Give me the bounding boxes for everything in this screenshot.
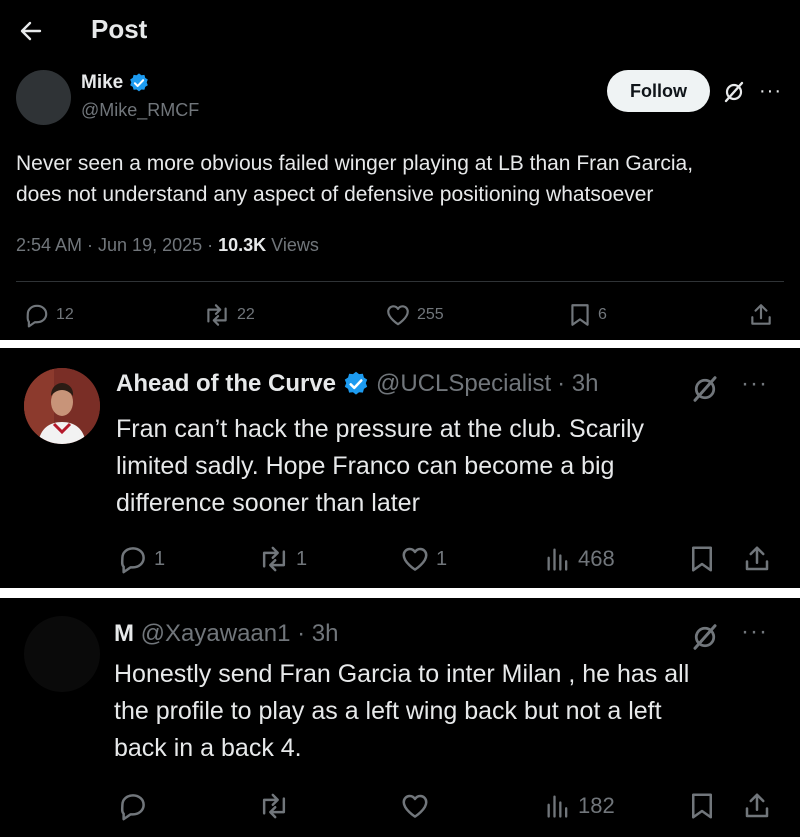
post-time[interactable]: · 3h [557, 370, 598, 398]
repost-button[interactable] [258, 791, 290, 821]
author-name[interactable]: M [114, 620, 134, 647]
like-button[interactable]: 255 [385, 302, 444, 328]
analytics-icon [547, 548, 568, 571]
like-count: 1 [436, 547, 448, 570]
share-button[interactable] [742, 544, 772, 574]
more-options-icon[interactable]: ··· [759, 80, 782, 103]
avatar[interactable] [24, 616, 100, 692]
verified-badge-icon [344, 371, 368, 395]
reply-button[interactable]: 1 [118, 544, 165, 574]
reply-header: M @Xayawaan1 · 3h [114, 620, 339, 648]
heart-icon [387, 305, 409, 326]
repost-icon [207, 304, 227, 326]
reply-button[interactable] [118, 791, 148, 821]
avatar[interactable] [16, 70, 71, 125]
reply-count: 1 [154, 547, 166, 570]
bookmark-button[interactable]: 6 [568, 302, 607, 328]
reply-text-line: the profile to play as a left wing back … [114, 697, 662, 725]
analytics-icon [547, 795, 568, 818]
reply-text: Fran can’t hack the pressure at the club… [116, 411, 644, 522]
bookmark-button[interactable] [688, 544, 716, 574]
share-button[interactable] [748, 302, 774, 328]
reply-text: Honestly send Fran Garcia to inter Milan… [114, 656, 689, 767]
reply-count: 12 [56, 306, 74, 323]
repost-icon [262, 546, 286, 572]
grok-icon[interactable] [690, 622, 720, 652]
like-button[interactable]: 1 [400, 544, 447, 574]
repost-button[interactable]: 1 [258, 544, 307, 574]
more-options-icon[interactable]: ··· [741, 370, 768, 398]
reply-icon [26, 304, 48, 328]
post-text: Never seen a more obvious failed winger … [16, 148, 693, 210]
reply-button[interactable]: 12 [24, 302, 74, 328]
repost-button[interactable]: 22 [203, 302, 255, 328]
bookmark-count: 6 [598, 306, 607, 323]
reply-text-line: Fran can’t hack the pressure at the club… [116, 415, 645, 443]
bookmark-icon [692, 793, 712, 819]
avatar[interactable] [24, 368, 100, 444]
like-count: 255 [417, 306, 444, 323]
heart-icon [402, 794, 428, 818]
main-post-panel: Post Mike @Mike_RMCF Follow ··· Never se… [0, 0, 800, 340]
views-count: 468 [578, 546, 615, 571]
like-button[interactable] [400, 791, 430, 821]
heart-icon [402, 547, 428, 571]
reply-text-line: difference sooner than later [116, 489, 420, 517]
views-button[interactable]: 468 [544, 544, 615, 574]
verified-badge-icon [130, 73, 149, 92]
author-handle[interactable]: @Xayawaan1 [141, 620, 291, 647]
share-icon [751, 304, 771, 325]
timestamp[interactable]: 2:54 AM · Jun 19, 2025 · [16, 235, 218, 255]
bookmark-button[interactable] [688, 791, 716, 821]
repost-count: 22 [237, 306, 255, 323]
author-name[interactable]: Ahead of the Curve [116, 370, 336, 398]
reply-icon [120, 547, 145, 574]
back-arrow-icon[interactable] [18, 18, 44, 44]
post-meta: 2:54 AM · Jun 19, 2025 · 10.3K Views [16, 235, 319, 256]
views-count: 182 [578, 793, 615, 818]
reply-text-line: back in a back 4. [114, 734, 302, 762]
reply-panel: Ahead of the Curve @UCLSpecialist · 3h ·… [0, 348, 800, 588]
bookmark-icon [571, 304, 589, 326]
views-button[interactable]: 182 [544, 791, 615, 821]
share-icon [745, 546, 769, 571]
reply-icon [120, 794, 145, 821]
page-title: Post [91, 14, 148, 44]
grok-icon[interactable] [690, 374, 720, 404]
repost-icon [262, 793, 286, 819]
bookmark-icon [692, 546, 712, 572]
reply-panel: M @Xayawaan1 · 3h ··· Honestly send Fran… [0, 598, 800, 837]
author-name[interactable]: Mike [81, 72, 150, 94]
post-text-line: does not understand any aspect of defens… [16, 183, 654, 206]
repost-count: 1 [296, 547, 308, 570]
author-name-text: Mike [81, 72, 124, 93]
views-count: 10.3K [218, 235, 267, 255]
reply-header: Ahead of the Curve @UCLSpecialist · 3h [116, 370, 598, 398]
more-options-icon[interactable]: ··· [741, 618, 768, 646]
divider [16, 281, 784, 282]
grok-icon[interactable] [722, 80, 746, 104]
share-icon [745, 793, 769, 818]
author-handle[interactable]: @UCLSpecialist [376, 370, 551, 398]
post-time[interactable]: · 3h [290, 620, 338, 647]
reply-text-line: limited sadly. Hope Franco can become a … [116, 452, 615, 480]
author-handle[interactable]: @Mike_RMCF [81, 100, 199, 121]
views-label: Views [266, 235, 319, 255]
follow-button[interactable]: Follow [607, 70, 710, 112]
post-text-line: Never seen a more obvious failed winger … [16, 152, 694, 175]
share-button[interactable] [742, 791, 772, 821]
reply-text-line: Honestly send Fran Garcia to inter Milan… [114, 660, 690, 688]
